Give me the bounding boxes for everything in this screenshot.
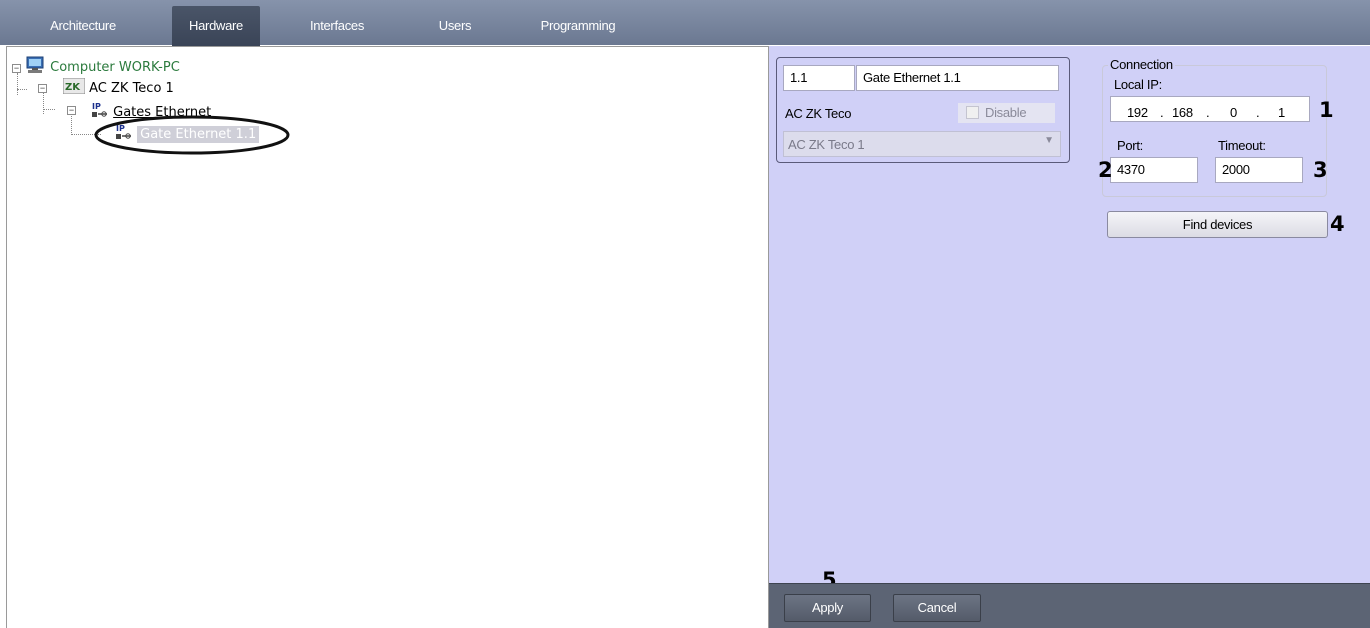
collapse-controller-toggle[interactable]: − (38, 84, 47, 93)
tab-users[interactable]: Users (430, 6, 480, 46)
chevron-down-icon: ▼ (1044, 135, 1054, 146)
cancel-button[interactable]: Cancel (893, 594, 981, 622)
tree-node-label: Computer WORK-PC (50, 60, 180, 75)
parent-select[interactable]: AC ZK Teco 1 ▼ (783, 131, 1061, 157)
callout-1: 1 (1319, 98, 1334, 122)
callout-4: 4 (1330, 212, 1345, 236)
collapse-computer-toggle[interactable]: − (12, 64, 21, 73)
ip-dot: . (1256, 105, 1260, 120)
svg-text:ZK: ZK (65, 82, 81, 93)
ip-octet-3: 0 (1230, 105, 1237, 120)
collapse-gates-toggle[interactable]: − (67, 106, 76, 115)
ip-dot: . (1160, 105, 1164, 120)
tab-interfaces[interactable]: Interfaces (295, 6, 379, 46)
port-label: Port: (1117, 138, 1143, 153)
tab-architecture[interactable]: Architecture (36, 6, 130, 46)
checkbox-box (966, 106, 979, 119)
parent-select-value: AC ZK Teco 1 (788, 137, 865, 152)
tab-hardware[interactable]: Hardware (172, 6, 260, 46)
computer-icon (26, 56, 44, 73)
tree-connector (43, 109, 55, 110)
ip-dot: . (1206, 105, 1210, 120)
tab-programming[interactable]: Programming (530, 6, 626, 46)
ip-octet-2: 168 (1172, 105, 1193, 120)
tree-node-controller[interactable]: ZK AC ZK Teco 1 (62, 77, 174, 98)
timeout-field[interactable]: 2000 (1215, 157, 1303, 183)
hardware-tree: − Computer WORK-PC − ZK AC ZK Teco 1 − I… (6, 46, 769, 628)
local-ip-field[interactable]: 192 . 168 . 0 . 1 (1110, 96, 1310, 122)
object-name-field[interactable]: Gate Ethernet 1.1 (856, 65, 1059, 91)
callout-3: 3 (1313, 158, 1328, 182)
ip-octet-1: 192 (1127, 105, 1148, 120)
tree-connector (17, 73, 18, 95)
callout-2: 2 (1098, 158, 1113, 182)
port-field[interactable]: 4370 (1110, 157, 1198, 183)
disable-label: Disable (985, 105, 1027, 120)
tree-connector (43, 92, 44, 114)
disable-checkbox[interactable]: Disable (958, 103, 1055, 123)
local-ip-label: Local IP: (1114, 77, 1162, 92)
find-devices-button[interactable]: Find devices (1107, 211, 1328, 238)
svg-text:IP: IP (92, 102, 101, 111)
object-id-field[interactable]: 1.1 (783, 65, 855, 91)
object-type-label: AC ZK Teco (785, 106, 852, 121)
ip-octet-4: 1 (1278, 105, 1285, 120)
tree-node-label: AC ZK Teco 1 (89, 81, 174, 96)
timeout-label: Timeout: (1218, 138, 1266, 153)
connection-group-label: Connection (1108, 57, 1175, 72)
settings-panel: 1.1 Gate Ethernet 1.1 AC ZK Teco Disable… (769, 46, 1370, 592)
main-tab-bar: Architecture Hardware Interfaces Users P… (0, 0, 1370, 46)
apply-button[interactable]: Apply (784, 594, 871, 622)
tree-connector (71, 114, 72, 135)
zk-teco-icon: ZK (62, 77, 86, 95)
tree-node-computer[interactable]: Computer WORK-PC (24, 56, 180, 76)
action-bar: Apply Cancel (769, 583, 1370, 628)
highlight-ellipse (94, 115, 290, 155)
object-frame: 1.1 Gate Ethernet 1.1 AC ZK Teco Disable… (776, 57, 1070, 163)
tree-connector (17, 89, 27, 90)
